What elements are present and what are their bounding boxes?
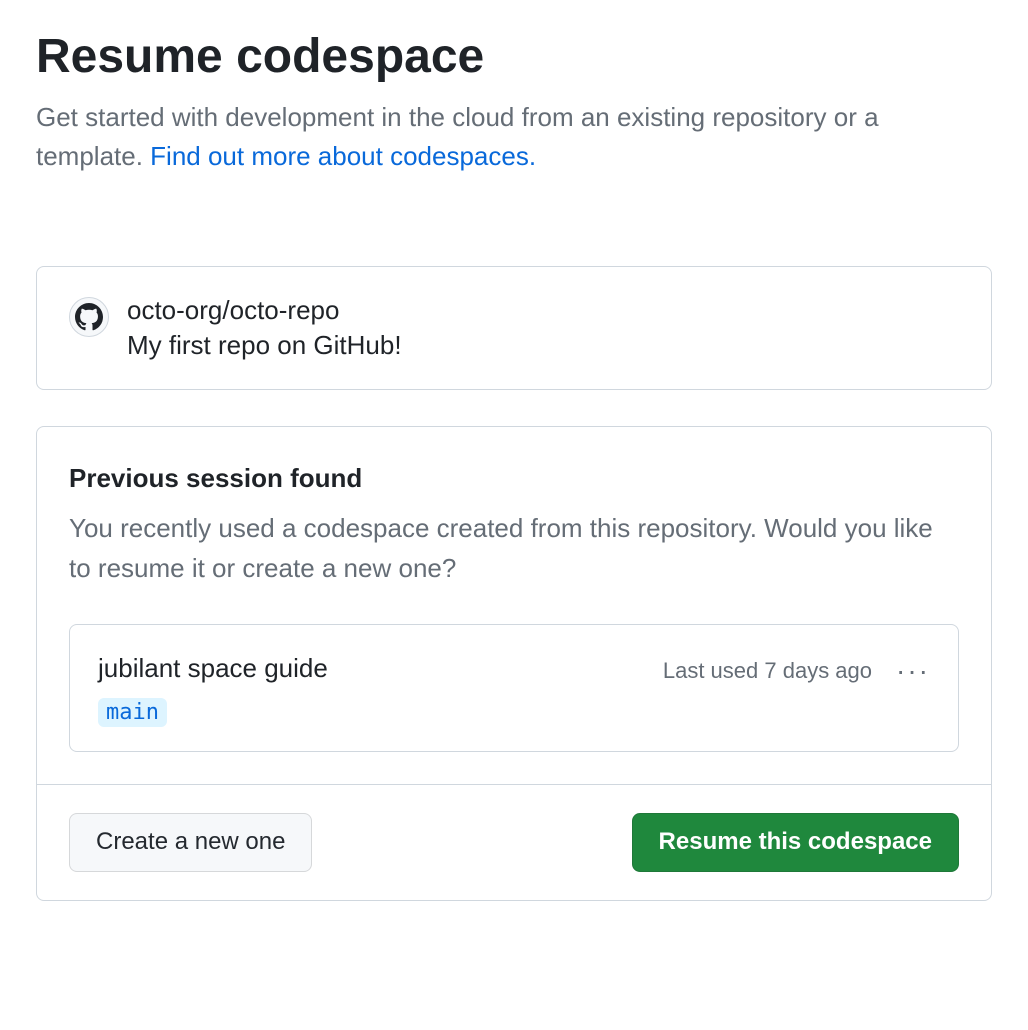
last-used-text: Last used 7 days ago — [663, 658, 872, 684]
repository-info: octo-org/octo-repo My first repo on GitH… — [127, 295, 402, 361]
codespace-item: jubilant space guide main Last used 7 da… — [69, 624, 959, 752]
resume-codespace-button[interactable]: Resume this codespace — [632, 813, 959, 872]
page-subtitle: Get started with development in the clou… — [36, 98, 992, 176]
repository-description: My first repo on GitHub! — [127, 330, 402, 361]
session-footer: Create a new one Resume this codespace — [37, 784, 991, 900]
create-new-button[interactable]: Create a new one — [69, 813, 312, 872]
branch-badge: main — [98, 698, 167, 727]
previous-session-card: Previous session found You recently used… — [36, 426, 992, 901]
kebab-menu-icon[interactable]: ··· — [896, 657, 930, 685]
codespace-name: jubilant space guide — [98, 653, 328, 684]
repository-name: octo-org/octo-repo — [127, 295, 402, 326]
session-heading: Previous session found — [69, 463, 959, 494]
session-description: You recently used a codespace created fr… — [69, 508, 959, 589]
learn-more-link[interactable]: Find out more about codespaces. — [150, 141, 536, 171]
repository-card: octo-org/octo-repo My first repo on GitH… — [36, 266, 992, 390]
octocat-avatar-icon — [69, 297, 109, 337]
page-title: Resume codespace — [36, 28, 992, 86]
